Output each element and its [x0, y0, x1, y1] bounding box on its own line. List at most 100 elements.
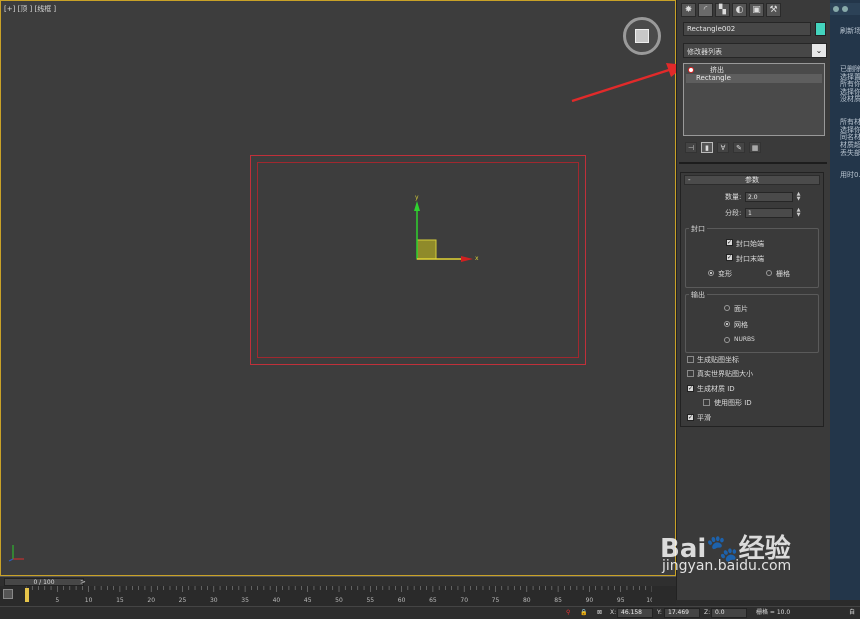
absolute-mode-icon[interactable]: ⊠ — [597, 608, 602, 618]
show-end-result-icon[interactable]: ▮ — [701, 142, 713, 153]
create-icon[interactable]: ✸ — [681, 3, 696, 17]
frame-tick-label: 70 — [460, 597, 468, 604]
frame-ticks: 5 10 15 20 25 30 35 40 45 50 55 60 65 70 75 80 85 90 95 100 — [26, 586, 652, 604]
auto-key-button[interactable]: 自 — [849, 608, 855, 618]
cap-end-label: 封口末端 — [736, 255, 764, 263]
frame-tick-label: 55 — [366, 597, 374, 604]
object-color-swatch[interactable] — [815, 22, 826, 36]
frame-tick-label: 20 — [147, 597, 155, 604]
command-tabs: ✸ ◜ ▚ ◐ ▣ ⚒ — [681, 3, 781, 17]
patch-label: 面片 — [734, 305, 748, 313]
morph-radio[interactable] — [708, 270, 714, 276]
frame-tick-label: 100 — [646, 597, 652, 604]
stack-toolbar: ⊣ ▮ ∀ ✎ ▦ — [685, 142, 785, 154]
gen-mat-ids-checkbox[interactable]: ✓ — [687, 385, 694, 392]
z-coordinate-field[interactable]: 0.0 — [711, 608, 747, 618]
info-line: 没材质 — [840, 95, 860, 104]
frame-tick-label: 25 — [179, 597, 187, 604]
real-world-label: 真实世界贴图大小 — [697, 370, 753, 378]
real-world-checkbox[interactable] — [687, 370, 694, 377]
smooth-checkbox[interactable]: ✓ — [687, 414, 694, 421]
rollout-header[interactable]: - 参数 — [684, 175, 820, 185]
gizmo-y-label: y — [415, 194, 419, 201]
segments-spinner[interactable]: 1 — [745, 208, 793, 218]
gizmo-x-arrow — [461, 256, 473, 262]
key-icon[interactable]: ⚲ — [566, 608, 570, 618]
gizmo-plane-handle — [416, 239, 437, 260]
make-unique-icon[interactable]: ∀ — [717, 142, 729, 153]
modifier-list-dropdown[interactable]: 修改器列表 ⌄ — [683, 43, 827, 58]
use-shape-ids-checkbox[interactable] — [703, 399, 710, 406]
info-line: 刷新场 — [840, 27, 860, 35]
frame-tick-label: 90 — [586, 597, 594, 604]
lightbulb-icon[interactable] — [688, 67, 694, 73]
nurbs-label: NURBS — [734, 336, 755, 343]
lock-icon[interactable]: 🔒 — [580, 608, 587, 618]
pin-stack-icon[interactable]: ⊣ — [685, 142, 697, 153]
playhead[interactable] — [25, 588, 29, 602]
x-coordinate-field[interactable]: 46.158 — [617, 608, 653, 618]
stack-item-rectangle[interactable]: Rectangle — [686, 74, 822, 83]
circle-icon[interactable] — [833, 6, 839, 12]
divider — [679, 162, 827, 164]
chevron-down-icon[interactable]: ⌄ — [812, 44, 826, 57]
frame-tick-label: 30 — [210, 597, 218, 604]
gizmo-y-arrow — [414, 201, 420, 211]
gen-mapping-checkbox[interactable] — [687, 356, 694, 363]
cap-start-label: 封口始端 — [736, 240, 764, 248]
nurbs-radio[interactable] — [724, 337, 730, 343]
z-label: Z: — [704, 609, 711, 616]
frame-tick-label: 65 — [429, 597, 437, 604]
frame-tick-label: 5 — [55, 597, 59, 604]
cap-start-checkbox[interactable]: ✓ — [726, 239, 733, 246]
stack-item-extrude[interactable]: 挤出 — [686, 65, 822, 74]
transform-gizmo[interactable]: y x — [401, 193, 491, 273]
spinner-arrows-icon[interactable]: ▲ ▼ — [795, 208, 802, 218]
configure-sets-icon[interactable]: ▦ — [749, 142, 761, 153]
viewport-label[interactable]: [+] [顶 ] [线框 ] — [4, 4, 56, 14]
command-panel: ✸ ◜ ▚ ◐ ▣ ⚒ Rectangle002 修改器列表 ⌄ 挤出 Rect… — [676, 0, 830, 600]
display-icon[interactable]: ▣ — [749, 3, 764, 17]
frame-tick-label: 95 — [617, 597, 625, 604]
frame-tick-label: 35 — [241, 597, 249, 604]
spinner-arrows-icon[interactable]: ▲ ▼ — [795, 192, 802, 202]
mesh-radio[interactable] — [724, 321, 730, 327]
frame-tick-label: 50 — [335, 597, 343, 604]
cap-end-checkbox[interactable]: ✓ — [726, 254, 733, 261]
output-group: 输出 面片 网格 NURBS — [685, 290, 819, 353]
baidu-watermark: Bai🐾经验 jingyan.baidu.com — [660, 528, 820, 584]
y-coordinate-field[interactable]: 17.469 — [664, 608, 700, 618]
time-slider-bar: 0 / 100 > — [0, 576, 676, 586]
motion-icon[interactable]: ◐ — [732, 3, 747, 17]
info-line: 用时0. — [840, 171, 860, 180]
track-bar-icon[interactable] — [3, 589, 13, 599]
segments-label: 分段: — [725, 209, 742, 217]
frame-tick-label: 45 — [304, 597, 312, 604]
world-axis-icon — [8, 545, 24, 562]
amount-spinner[interactable]: 2.0 — [745, 192, 793, 202]
info-header — [830, 3, 860, 15]
circle-icon[interactable] — [842, 6, 848, 12]
track-bar[interactable]: 5 10 15 20 25 30 35 40 45 50 55 60 65 70 75 80 85 90 95 100 — [0, 586, 676, 606]
grid-radio[interactable] — [766, 270, 772, 276]
next-frame-button[interactable]: > — [80, 578, 86, 586]
gen-mapping-label: 生成贴图坐标 — [697, 356, 739, 364]
watermark-url: jingyan.baidu.com — [662, 558, 792, 574]
modifier-stack[interactable]: 挤出 Rectangle — [683, 63, 825, 136]
utilities-icon[interactable]: ⚒ — [766, 3, 781, 17]
hierarchy-icon[interactable]: ▚ — [715, 3, 730, 17]
viewcube-icon[interactable] — [623, 17, 661, 55]
output-title: 输出 — [689, 290, 707, 300]
capping-group: 封口 ✓ 封口始端 ✓ 封口末端 变形 栅格 — [685, 224, 819, 288]
time-slider[interactable]: 0 / 100 — [4, 578, 84, 586]
patch-radio[interactable] — [724, 305, 730, 311]
frame-tick-label: 10 — [85, 597, 93, 604]
frame-tick-label: 85 — [554, 597, 562, 604]
mesh-label: 网格 — [734, 321, 748, 329]
remove-modifier-icon[interactable]: ✎ — [733, 142, 745, 153]
frame-tick-label: 75 — [492, 597, 500, 604]
script-listener-panel: 刷新场 已删除 选择置 所有你 选择你 没材质 所有材 选择你 同名材 材质超 丢失部 用时0. — [830, 0, 860, 600]
modify-icon[interactable]: ◜ — [698, 3, 713, 17]
object-name-field[interactable]: Rectangle002 — [683, 22, 811, 36]
annotation-arrow — [571, 63, 686, 103]
